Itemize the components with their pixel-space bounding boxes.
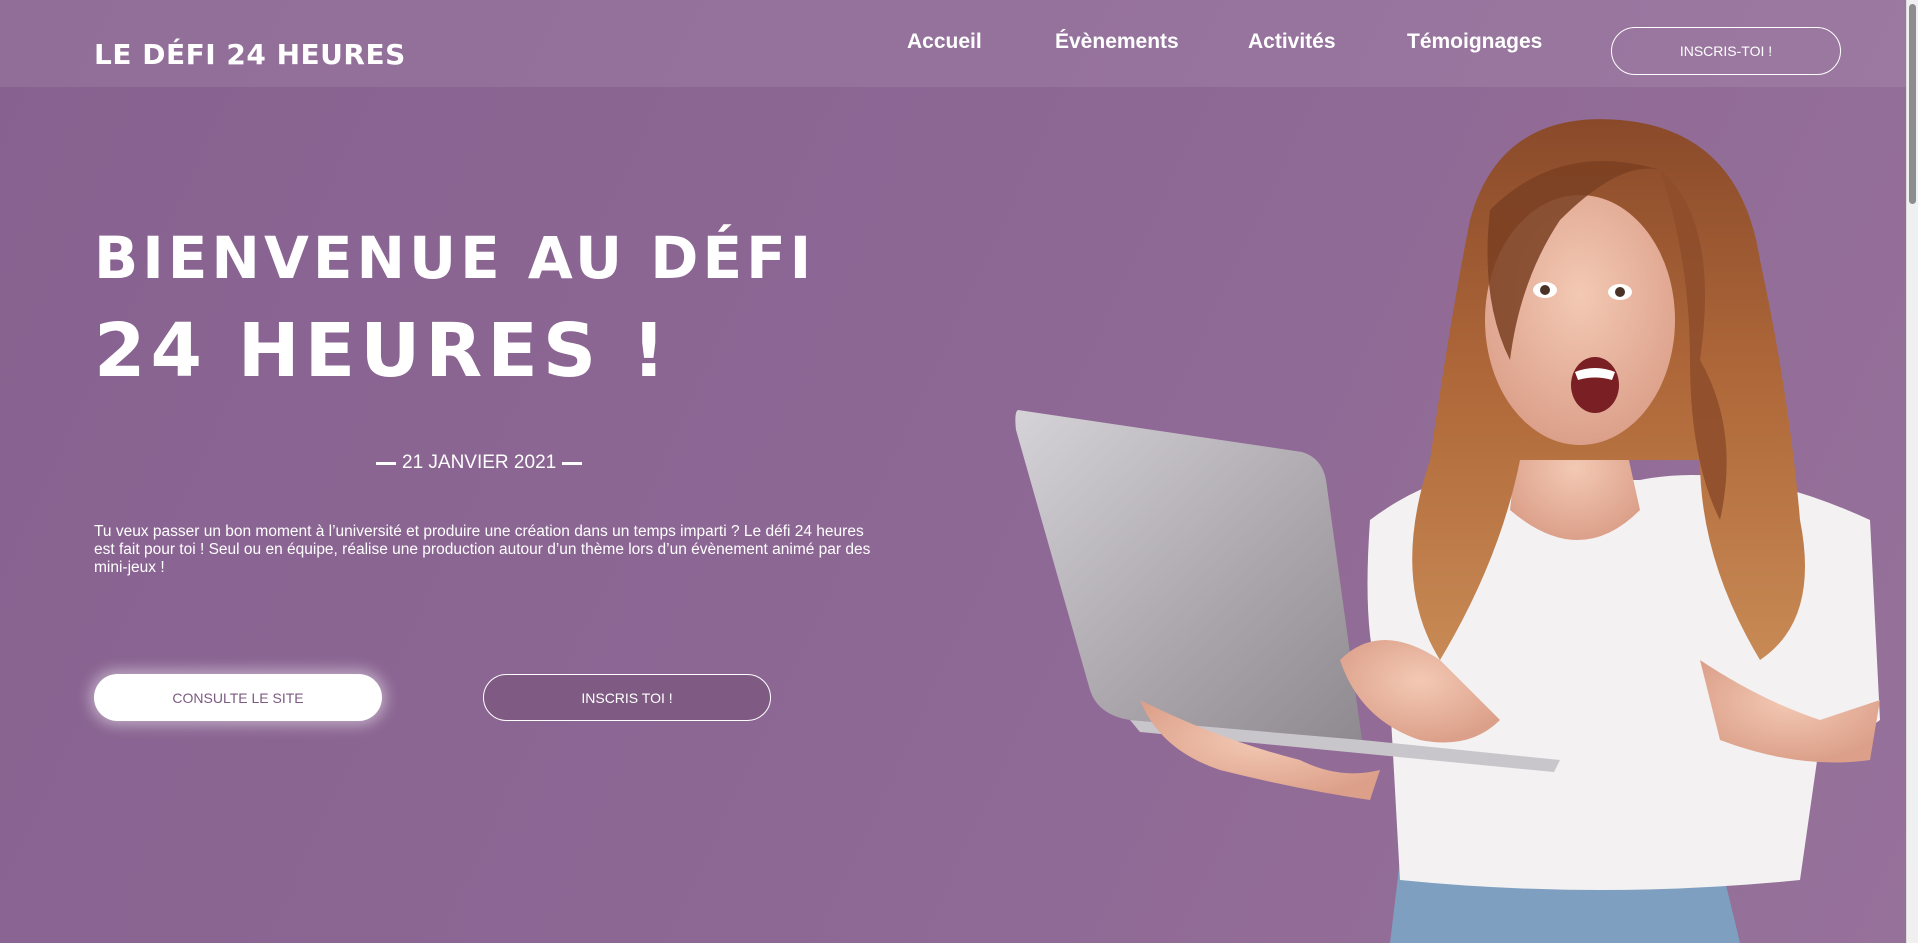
page-scrollbar[interactable] xyxy=(1906,0,1918,943)
signup-button[interactable]: INSCRIS TOI ! xyxy=(483,674,771,721)
nav-link-accueil[interactable]: Accueil xyxy=(907,30,982,54)
nav-link-activites[interactable]: Activités xyxy=(1248,30,1336,54)
hero-intro-text: Tu veux passer un bon moment à l’univers… xyxy=(94,523,871,576)
hero-title-line1: BIENVENUE AU DÉFI xyxy=(94,224,816,292)
event-date-text: 21 JANVIER 2021 xyxy=(402,452,557,473)
event-date: 21 JANVIER 2021 xyxy=(376,452,583,474)
nav-link-temoignages[interactable]: Témoignages xyxy=(1407,30,1542,54)
scrollbar-thumb[interactable] xyxy=(1909,4,1916,204)
top-navbar: LE DÉFI 24 HEURES Accueil Évènements Act… xyxy=(0,0,1906,87)
consult-site-button[interactable]: CONSULTE LE SITE xyxy=(94,674,382,721)
hero-title-line2: 24 HEURES ! xyxy=(94,308,671,394)
woman-with-laptop-photo xyxy=(1015,119,1880,943)
site-logo[interactable]: LE DÉFI 24 HEURES xyxy=(94,38,406,71)
date-dash-left xyxy=(376,461,396,465)
nav-signup-button[interactable]: INSCRIS-TOI ! xyxy=(1611,27,1841,75)
nav-link-evenements[interactable]: Évènements xyxy=(1055,30,1179,54)
landing-page: LE DÉFI 24 HEURES Accueil Évènements Act… xyxy=(0,0,1906,943)
date-dash-right xyxy=(562,461,583,465)
